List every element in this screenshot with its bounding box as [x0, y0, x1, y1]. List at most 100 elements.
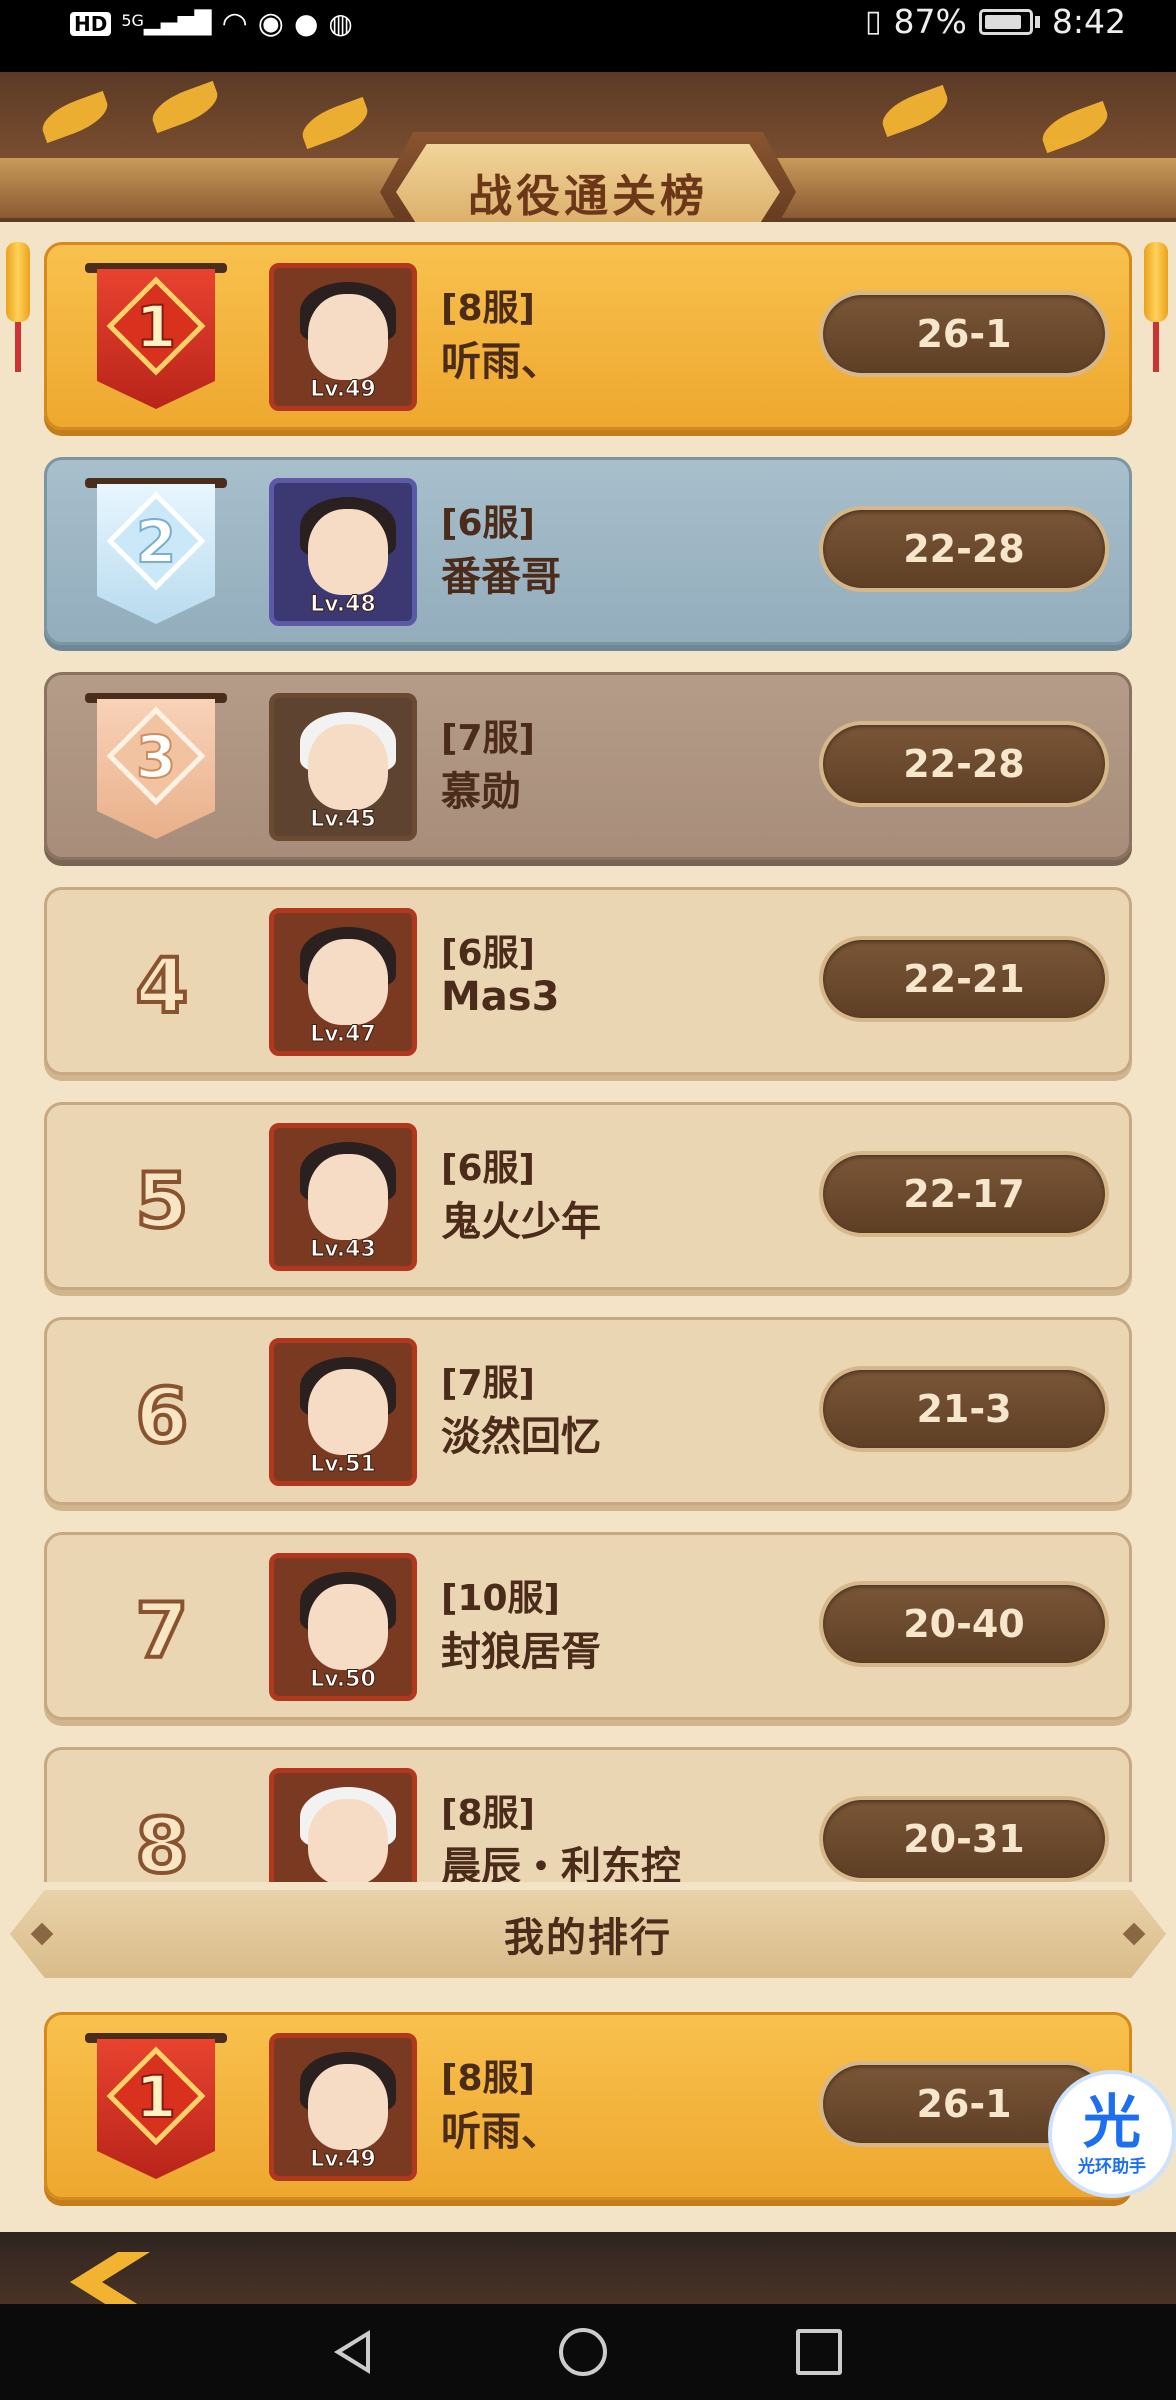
player-name: 听雨、: [441, 2109, 561, 2155]
helper-float-button[interactable]: 光 光环助手: [1048, 2070, 1176, 2198]
stage-score-badge: 20-31: [819, 1796, 1109, 1882]
avatar[interactable]: Lv.45: [269, 693, 417, 841]
avatar[interactable]: Lv.50: [269, 1553, 417, 1701]
rank-number: 8: [134, 1799, 191, 1883]
server-label: [7服]: [441, 1363, 535, 1404]
rank-banner-icon: 1: [85, 263, 227, 413]
rank-banner-icon: 1: [85, 2033, 227, 2183]
player-level: Lv.47: [310, 1022, 377, 1048]
avatar[interactable]: Lv.49: [269, 263, 417, 411]
hd-icon: HD: [70, 11, 112, 36]
battery-tip: [1034, 15, 1040, 28]
leaderboard-row[interactable]: 7 Lv.50 [10服] 封狼居胥 20-40: [44, 1532, 1132, 1720]
avatar[interactable]: Lv.49: [269, 2033, 417, 2181]
leaderboard-row[interactable]: 4 Lv.47 [6服] Mas3 22-21: [44, 887, 1132, 1075]
player-level: Lv.48: [310, 592, 377, 618]
avatar[interactable]: Lv.48: [269, 478, 417, 626]
player-name: 番番哥: [441, 554, 561, 600]
stage-score-badge: 21-3: [819, 1366, 1109, 1452]
rank-banner-icon: 3: [85, 693, 227, 843]
my-rank-label: 我的排行: [504, 1915, 672, 1961]
player-name: 听雨、: [441, 339, 561, 385]
status-bar: HD 5G▂▄▆█ ◠ ◉ ● ◍ ▯ 87% 8:42: [0, 0, 1176, 72]
stage-score-badge: 22-28: [819, 506, 1109, 592]
rank-banner-icon: 2: [85, 478, 227, 628]
server-label: [6服]: [441, 503, 535, 544]
leaderboard-row[interactable]: 2 Lv.48 [6服] 番番哥 22-28: [44, 457, 1132, 645]
ginkgo-leaf-icon: [296, 96, 374, 150]
nav-recents-icon[interactable]: [795, 2329, 842, 2375]
server-label: [8服]: [441, 288, 535, 329]
player-level: Lv.43: [310, 1237, 377, 1263]
game-screen: 战役通关榜 1 Lv.49 [8服] 听雨、 26-1 2 Lv.48 [6服] 番番哥 22-2…: [0, 72, 1176, 2304]
diamond-ornament-icon: [30, 1922, 54, 1946]
stage-score-badge: 22-21: [819, 936, 1109, 1022]
ginkgo-leaf-icon: [146, 80, 224, 134]
player-name: 淡然回忆: [441, 1414, 601, 1460]
rank-number: 5: [134, 1154, 191, 1247]
player-name: 晨辰・利东控: [441, 1844, 681, 1882]
bottom-frame: [0, 2232, 1176, 2304]
signal-icon: 5G▂▄▆█: [121, 11, 212, 36]
nav-back-icon[interactable]: [334, 2330, 371, 2374]
player-level: Lv.45: [310, 807, 377, 833]
system-nav-bar: [0, 2304, 1176, 2400]
wifi-icon: ◠: [221, 6, 248, 41]
ginkgo-leaf-icon: [1036, 100, 1114, 154]
server-label: [10服]: [441, 1578, 561, 1619]
ginkgo-leaf-icon: [36, 90, 114, 144]
vibrate-icon: ▯: [865, 4, 882, 39]
leaderboard-row[interactable]: 8 [8服] 晨辰・利东控 20-31: [44, 1747, 1132, 1882]
leaderboard-row[interactable]: 3 Lv.45 [7服] 慕勋 22-28: [44, 672, 1132, 860]
server-label: [6服]: [441, 1148, 535, 1189]
status-icons-left: HD 5G▂▄▆█ ◠ ◉ ● ◍: [70, 6, 353, 41]
player-name: 封狼居胥: [441, 1629, 601, 1675]
player-name: 鬼火少年: [441, 1199, 601, 1245]
rank-number: 7: [134, 1584, 191, 1677]
battery-icon: [978, 8, 1033, 35]
helper-logo-icon: 光: [1082, 2087, 1141, 2156]
avatar[interactable]: Lv.51: [269, 1338, 417, 1486]
rank-number: 6: [134, 1369, 191, 1462]
avatar[interactable]: Lv.47: [269, 908, 417, 1056]
my-rank-header: 我的排行: [10, 1890, 1166, 1978]
stage-score-badge: 26-1: [819, 291, 1109, 377]
chat-icon: ●: [293, 7, 319, 40]
player-level: Lv.49: [310, 377, 377, 403]
nav-home-icon[interactable]: [558, 2328, 607, 2376]
leaderboard-row[interactable]: 6 Lv.51 [7服] 淡然回忆 21-3: [44, 1317, 1132, 1505]
server-label: [7服]: [441, 718, 535, 759]
my-rank-row[interactable]: 1 Lv.49 [8服] 听雨、 26-1: [44, 2012, 1132, 2200]
stage-score-badge: 22-17: [819, 1151, 1109, 1237]
player-name: 慕勋: [441, 769, 521, 815]
leaderboard-list[interactable]: 1 Lv.49 [8服] 听雨、 26-1 2 Lv.48 [6服] 番番哥 22-28 3 Lv.4…: [0, 222, 1176, 1882]
rank-number: 3: [135, 722, 177, 792]
player-level: Lv.50: [310, 1667, 377, 1693]
lantern-icon: [1144, 222, 1168, 372]
leaderboard-row[interactable]: 1 Lv.49 [8服] 听雨、 26-1: [44, 242, 1132, 430]
player-level: Lv.51: [310, 1452, 377, 1478]
avatar[interactable]: Lv.43: [269, 1123, 417, 1271]
page-title: 战役通关榜: [468, 171, 708, 222]
rank-number: 1: [135, 2062, 177, 2132]
status-icons-right: ▯ 87% 8:42: [865, 2, 1126, 41]
server-label: [8服]: [441, 2058, 535, 2099]
player-name: Mas3: [441, 974, 560, 1020]
helper-label: 光环助手: [1078, 2156, 1146, 2177]
wechat-icon: ◍: [328, 7, 353, 40]
battery-percent: 87%: [893, 2, 967, 41]
server-label: [8服]: [441, 1793, 535, 1834]
avatar[interactable]: [269, 1768, 417, 1882]
diamond-ornament-icon: [1122, 1922, 1146, 1946]
lantern-icon: [6, 222, 30, 372]
ginkgo-leaf-icon: [876, 84, 954, 138]
rank-number: 4: [134, 939, 191, 1032]
rank-number: 2: [135, 507, 177, 577]
leaderboard-row[interactable]: 5 Lv.43 [6服] 鬼火少年 22-17: [44, 1102, 1132, 1290]
stage-score-badge: 22-28: [819, 721, 1109, 807]
eye-icon: ◉: [257, 6, 284, 41]
clock: 8:42: [1051, 2, 1126, 41]
leaderboard-panel: 1 Lv.49 [8服] 听雨、 26-1 2 Lv.48 [6服] 番番哥 22-28 3 Lv.4…: [0, 222, 1176, 2232]
rank-number: 1: [135, 292, 177, 362]
stage-score-badge: 20-40: [819, 1581, 1109, 1667]
